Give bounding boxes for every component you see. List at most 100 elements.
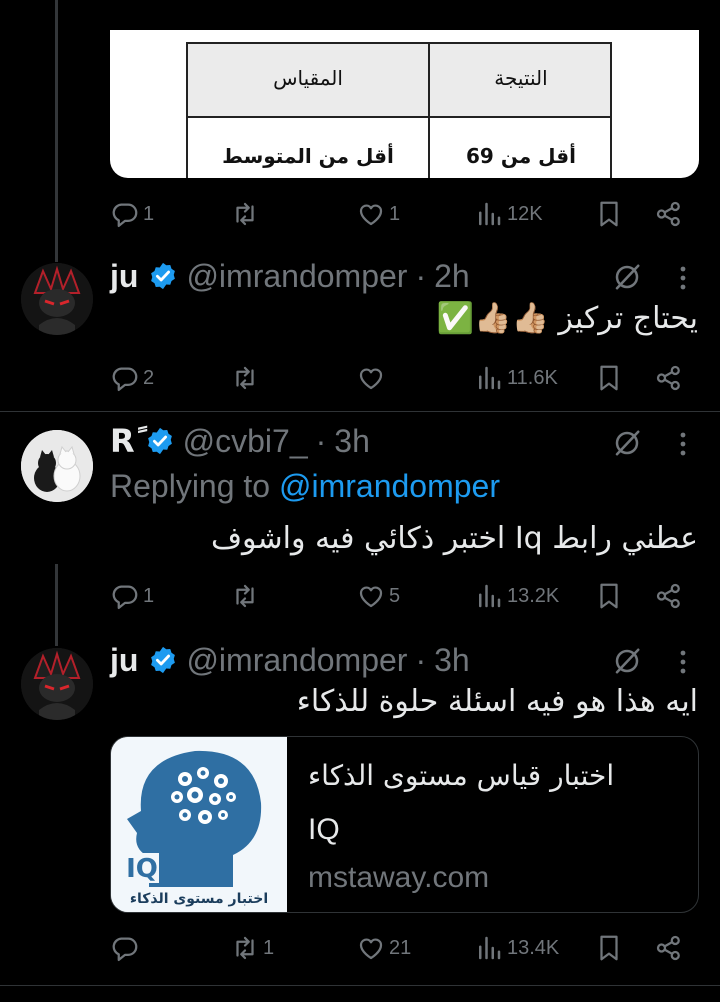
like-count: 5: [389, 584, 401, 607]
like-button[interactable]: [356, 360, 389, 396]
views-icon: [479, 202, 501, 226]
like-count: 21: [389, 936, 412, 959]
heart-icon: [359, 204, 383, 226]
tweet-divider: [0, 411, 720, 412]
timestamp[interactable]: 3h: [334, 423, 370, 460]
verified-badge-icon: [147, 427, 172, 455]
table-cell-result: أقل من 69: [466, 144, 576, 168]
heart-icon: [359, 586, 383, 608]
link-card-domain: mstaway.com: [308, 861, 490, 894]
like-button[interactable]: 21: [356, 930, 411, 966]
tweet-header: Rً @cvbi7_ · 3h: [110, 421, 370, 461]
separator-dot: ·: [415, 641, 427, 678]
views-count: 11.6K: [507, 366, 558, 389]
avatar-image: [21, 263, 93, 335]
views-count: 13.2K: [507, 584, 560, 607]
tweet-text: يحتاج تركيز 👍🏼👍🏼✅: [436, 301, 698, 336]
reply-icon: [112, 937, 138, 961]
retweet-button[interactable]: [230, 578, 263, 614]
display-name[interactable]: ju: [110, 258, 138, 295]
reply-button[interactable]: 1: [110, 196, 154, 232]
views-count: 12K: [507, 202, 543, 225]
views-button[interactable]: 12K: [474, 196, 543, 232]
user-handle[interactable]: @imrandomper: [186, 642, 407, 679]
more-options-icon[interactable]: [678, 648, 688, 676]
heart-icon: [359, 368, 383, 390]
share-icon: [656, 935, 680, 961]
views-count: 13.4K: [507, 936, 560, 959]
display-name[interactable]: Rً: [110, 422, 135, 460]
retweet-button[interactable]: [230, 360, 263, 396]
avatar[interactable]: [21, 263, 93, 335]
reply-button[interactable]: [110, 930, 143, 966]
avatar-image: [21, 648, 93, 720]
retweet-button[interactable]: 1: [230, 930, 274, 966]
share-button[interactable]: [654, 578, 684, 614]
verified-badge-icon: [151, 262, 176, 290]
replying-prefix: Replying to: [110, 468, 279, 504]
reply-count: 1: [143, 202, 155, 225]
timestamp[interactable]: 3h: [434, 642, 470, 679]
bookmark-icon: [600, 583, 618, 609]
share-icon: [656, 365, 680, 391]
separator-dot: ·: [415, 257, 427, 294]
reply-icon: [112, 367, 138, 391]
bookmark-button[interactable]: [594, 578, 624, 614]
bookmark-icon: [600, 935, 618, 961]
timestamp[interactable]: 2h: [434, 258, 470, 295]
retweet-button[interactable]: [230, 196, 263, 232]
link-preview-card[interactable]: IQ اختبار مستوى الذكاء اختبار قياس مستوى…: [110, 736, 699, 913]
grok-icon[interactable]: [612, 262, 642, 292]
views-button[interactable]: 13.4K: [474, 930, 559, 966]
like-button[interactable]: 1: [356, 196, 400, 232]
more-options-icon[interactable]: [678, 264, 688, 292]
retweet-count: 1: [263, 936, 275, 959]
thumb-iq-label: IQ: [126, 854, 158, 884]
views-button[interactable]: 11.6K: [474, 360, 558, 396]
tweet-text: ايه هذا هو فيه اسئلة حلوة للذكاء: [296, 684, 698, 719]
avatar[interactable]: [21, 648, 93, 720]
user-handle[interactable]: @cvbi7_: [183, 423, 308, 460]
attached-image[interactable]: النتيجة المقياس أقل من 69 أقل من المتوسط: [110, 30, 699, 178]
bookmark-button[interactable]: [594, 360, 624, 396]
user-handle[interactable]: @imrandomper: [186, 258, 407, 295]
thread-line: [55, 564, 58, 646]
share-button[interactable]: [654, 196, 684, 232]
thumb-caption: اختبار مستوى الذكاء: [130, 891, 268, 907]
share-button[interactable]: [654, 930, 684, 966]
bookmark-button[interactable]: [594, 930, 624, 966]
avatar-image: [21, 430, 93, 502]
results-table: النتيجة المقياس أقل من 69 أقل من المتوسط: [186, 42, 612, 178]
more-options-icon[interactable]: [678, 430, 688, 458]
separator-dot: ·: [315, 422, 327, 459]
tweet-actions: 1 21 13.4K: [110, 930, 690, 966]
retweet-icon: [236, 936, 254, 960]
like-button[interactable]: 5: [356, 578, 400, 614]
views-button[interactable]: 13.2K: [474, 578, 559, 614]
replying-to: Replying to @imrandomper: [110, 468, 500, 505]
reply-count: 1: [143, 584, 155, 607]
share-icon: [656, 583, 680, 609]
reply-button[interactable]: 2: [110, 360, 154, 396]
reply-icon: [112, 585, 138, 609]
tweet-header: ju @imrandomper · 3h: [110, 640, 470, 680]
bookmark-button[interactable]: [594, 196, 624, 232]
link-card-thumbnail: IQ اختبار مستوى الذكاء: [111, 737, 287, 912]
retweet-icon: [236, 584, 254, 608]
tweet-divider: [0, 985, 720, 986]
replying-mention-link[interactable]: @imrandomper: [279, 468, 500, 504]
tweet-actions: 2 11.6K: [110, 360, 690, 396]
table-cell-scale: أقل من المتوسط: [222, 144, 394, 168]
table-header-scale: المقياس: [273, 66, 343, 90]
share-button[interactable]: [654, 360, 684, 396]
avatar[interactable]: [21, 430, 93, 502]
views-icon: [479, 584, 501, 608]
reply-count: 2: [143, 366, 155, 389]
reply-button[interactable]: 1: [110, 578, 154, 614]
grok-icon[interactable]: [612, 428, 642, 458]
tweet-header: ju @imrandomper · 2h: [110, 256, 470, 296]
tweet-actions: 1 1 12K: [110, 196, 690, 232]
display-name[interactable]: ju: [110, 642, 138, 679]
verified-badge-icon: [151, 646, 176, 674]
grok-icon[interactable]: [612, 646, 642, 676]
